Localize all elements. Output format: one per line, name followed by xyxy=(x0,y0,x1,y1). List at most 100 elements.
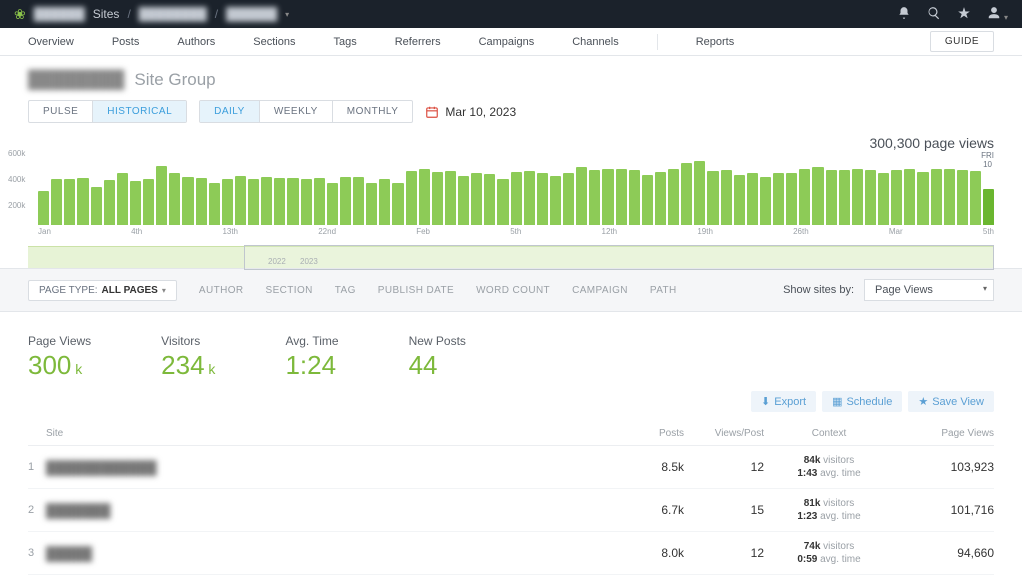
subnav-campaigns[interactable]: Campaigns xyxy=(479,36,535,48)
bar[interactable] xyxy=(353,177,364,225)
table-row[interactable]: 1 ████████████ 8.5k 12 84k visitors1:43 … xyxy=(28,446,994,489)
bar[interactable] xyxy=(655,172,666,225)
bar[interactable] xyxy=(773,173,784,225)
bar[interactable] xyxy=(340,177,351,225)
date-picker[interactable]: Mar 10, 2023 xyxy=(425,105,516,119)
bell-icon[interactable] xyxy=(897,6,911,23)
bar[interactable] xyxy=(786,173,797,225)
bar[interactable] xyxy=(130,181,141,225)
bar[interactable] xyxy=(261,177,272,225)
th-context[interactable]: Context xyxy=(764,428,894,439)
star-icon[interactable] xyxy=(957,6,971,23)
bar[interactable] xyxy=(576,167,587,225)
subnav-authors[interactable]: Authors xyxy=(177,36,215,48)
row-site[interactable]: ███████ xyxy=(46,503,604,518)
filter-author[interactable]: AUTHOR xyxy=(199,285,244,296)
breadcrumb-site[interactable]: ██████ xyxy=(226,7,277,21)
bar[interactable] xyxy=(550,176,561,225)
bar[interactable] xyxy=(458,176,469,225)
range-handle[interactable] xyxy=(244,245,994,270)
guide-button[interactable]: GUIDE xyxy=(930,31,994,52)
schedule-button[interactable]: ▦Schedule xyxy=(822,391,902,412)
bar[interactable] xyxy=(301,179,312,225)
show-sites-select[interactable]: Page Views xyxy=(864,279,994,301)
bar[interactable] xyxy=(537,173,548,225)
bar[interactable] xyxy=(511,172,522,225)
bar[interactable] xyxy=(235,176,246,225)
bar[interactable] xyxy=(274,178,285,225)
bar[interactable] xyxy=(379,179,390,225)
bar[interactable] xyxy=(681,163,692,225)
bar[interactable] xyxy=(917,172,928,225)
bar[interactable] xyxy=(182,177,193,225)
chevron-down-icon[interactable]: ▾ xyxy=(285,10,289,19)
tab-pulse[interactable]: PULSE xyxy=(29,101,93,122)
bar[interactable] xyxy=(156,166,167,225)
bar[interactable] xyxy=(904,169,915,225)
sites-link[interactable]: Sites xyxy=(93,7,120,21)
bar[interactable] xyxy=(891,170,902,225)
range-selector[interactable]: 2022 2023 xyxy=(28,246,994,268)
bar[interactable] xyxy=(327,183,338,225)
bar[interactable] xyxy=(196,178,207,225)
bar[interactable] xyxy=(366,183,377,225)
tab-weekly[interactable]: WEEKLY xyxy=(260,101,333,122)
bar[interactable] xyxy=(629,170,640,225)
bar[interactable] xyxy=(983,189,994,225)
th-site[interactable]: Site xyxy=(46,428,604,439)
filter-path[interactable]: PATH xyxy=(650,285,677,296)
logo-icon[interactable]: ❀ xyxy=(14,6,26,23)
save-view-button[interactable]: ★Save View xyxy=(908,391,994,412)
bar[interactable] xyxy=(314,178,325,225)
subnav-channels[interactable]: Channels xyxy=(572,36,618,48)
bar[interactable] xyxy=(104,180,115,225)
row-site[interactable]: █████ xyxy=(46,546,604,561)
bar[interactable] xyxy=(852,169,863,225)
bar[interactable] xyxy=(839,170,850,225)
bar[interactable] xyxy=(734,175,745,225)
bar[interactable] xyxy=(392,183,403,225)
subnav-tags[interactable]: Tags xyxy=(333,36,356,48)
bar[interactable] xyxy=(957,170,968,225)
th-posts[interactable]: Posts xyxy=(604,428,684,439)
bar[interactable] xyxy=(169,173,180,225)
filter-tag[interactable]: TAG xyxy=(335,285,356,296)
export-button[interactable]: ⬇Export xyxy=(751,391,816,412)
tab-monthly[interactable]: MONTHLY xyxy=(333,101,413,122)
bar[interactable] xyxy=(484,174,495,225)
bar[interactable] xyxy=(91,187,102,225)
filter-campaign[interactable]: CAMPAIGN xyxy=(572,285,628,296)
bar[interactable] xyxy=(944,169,955,225)
bar[interactable] xyxy=(38,191,49,225)
th-page-views[interactable]: Page Views xyxy=(894,428,994,439)
row-site[interactable]: ████████████ xyxy=(46,460,604,475)
bar[interactable] xyxy=(406,171,417,225)
bar[interactable] xyxy=(143,179,154,225)
bar[interactable] xyxy=(826,170,837,225)
filter-publish-date[interactable]: PUBLISH DATE xyxy=(378,285,454,296)
bar[interactable] xyxy=(524,171,535,225)
brand-name[interactable]: ██████ xyxy=(34,7,85,21)
bar[interactable] xyxy=(812,167,823,225)
bar[interactable] xyxy=(878,173,889,225)
bar[interactable] xyxy=(77,178,88,225)
bar[interactable] xyxy=(497,179,508,225)
tab-daily[interactable]: DAILY xyxy=(200,101,260,122)
search-icon[interactable] xyxy=(927,6,941,23)
bar[interactable] xyxy=(209,183,220,225)
table-row[interactable]: 3 █████ 8.0k 12 74k visitors0:59 avg. ti… xyxy=(28,532,994,575)
bar[interactable] xyxy=(970,171,981,225)
bar[interactable] xyxy=(747,173,758,225)
subnav-sections[interactable]: Sections xyxy=(253,36,295,48)
subnav-posts[interactable]: Posts xyxy=(112,36,140,48)
bar[interactable] xyxy=(668,169,679,225)
bar[interactable] xyxy=(694,161,705,225)
bar[interactable] xyxy=(64,179,75,225)
bar[interactable] xyxy=(760,177,771,225)
subnav-referrers[interactable]: Referrers xyxy=(395,36,441,48)
bar[interactable] xyxy=(931,169,942,225)
bar[interactable] xyxy=(799,169,810,225)
tab-historical[interactable]: HISTORICAL xyxy=(93,101,186,122)
subnav-overview[interactable]: Overview xyxy=(28,36,74,48)
bar[interactable] xyxy=(589,170,600,225)
